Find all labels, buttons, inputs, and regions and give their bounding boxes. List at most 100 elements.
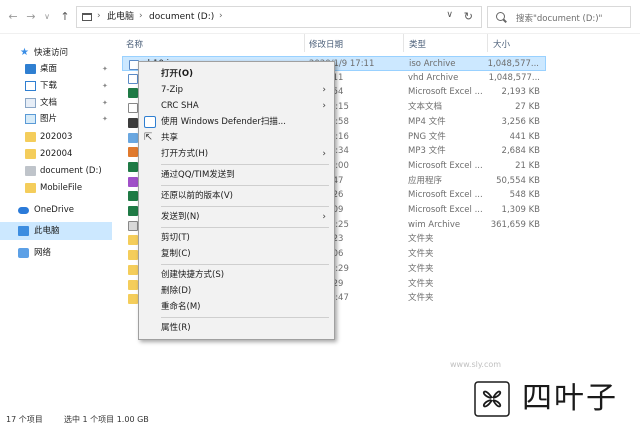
file-size: 3,256 KB [501, 116, 540, 127]
file-type: PNG 文件 [408, 131, 446, 142]
sidebar-item-desktop[interactable]: 桌面 ✦ [0, 60, 112, 78]
menu-item-label: 还原以前的版本(V) [161, 191, 233, 201]
menu-item-label: 7-Zip [161, 85, 184, 95]
sidebar-item-this-pc[interactable]: 此电脑 [0, 222, 112, 240]
sidebar-item-onedrive[interactable]: OneDrive [0, 201, 112, 219]
sidebar-item-label: OneDrive [34, 205, 74, 215]
sidebar-item-label: 网络 [34, 248, 52, 258]
context-menu-item[interactable]: 属性(R) [139, 320, 334, 336]
column-divider[interactable] [403, 34, 404, 52]
menu-separator [161, 227, 329, 228]
folder-icon [25, 149, 36, 159]
submenu-arrow-icon: › [322, 101, 326, 111]
file-type: 文本文档 [408, 102, 443, 113]
folder-icon [25, 132, 36, 142]
context-menu-item[interactable]: 打开方式(H) › [139, 146, 334, 162]
file-xls-icon [128, 88, 138, 99]
menu-separator [161, 264, 329, 265]
this-pc-icon [18, 226, 29, 236]
file-type: 文件夹 [408, 234, 434, 245]
column-divider[interactable] [487, 34, 488, 52]
menu-item-label: 创建快捷方式(S) [161, 270, 225, 280]
menu-separator [161, 164, 329, 165]
submenu-arrow-icon: › [322, 149, 326, 159]
column-header-size[interactable]: 大小 [493, 38, 510, 50]
menu-item-label: 剪切(T) [161, 233, 190, 243]
file-size: 548 KB [509, 190, 540, 201]
onedrive-icon [18, 207, 29, 214]
file-size: 21 KB [515, 160, 540, 171]
context-menu-item[interactable]: 删除(D) [139, 283, 334, 299]
file-type: 文件夹 [408, 293, 434, 304]
file-mp3-icon [128, 147, 138, 158]
recent-locations-chevron-icon[interactable]: ∨ [40, 10, 54, 24]
forward-arrow-icon[interactable]: → [24, 10, 38, 24]
file-type: Microsoft Excel ... [408, 160, 483, 171]
chevron-down-icon[interactable]: ∨ [446, 10, 453, 20]
breadcrumb-separator-icon[interactable]: › [139, 11, 143, 21]
file-type: MP4 文件 [408, 116, 446, 127]
file-type: wim Archive [408, 219, 461, 230]
menu-item-label: 重命名(M) [161, 302, 201, 312]
breadcrumb-this-pc[interactable]: 此电脑 [107, 11, 134, 23]
documents-icon [25, 98, 36, 108]
sidebar-item-label: 下载 [40, 81, 58, 91]
refresh-icon[interactable]: ↻ [464, 10, 473, 23]
context-menu-item[interactable]: 还原以前的版本(V) [139, 188, 334, 204]
sidebar-item-downloads[interactable]: 下载 ✦ [0, 77, 112, 95]
menu-item-label: 复制(C) [161, 249, 191, 259]
breadcrumb-separator-icon[interactable]: › [97, 11, 101, 21]
file-xls-icon [128, 191, 138, 202]
menu-item-label: 打开(O) [161, 69, 193, 79]
sidebar-item-document-drive[interactable]: document (D:) [0, 162, 112, 180]
breadcrumb-drive[interactable]: document (D:) [149, 11, 214, 23]
sidebar-item-mobilefile[interactable]: MobileFile [0, 179, 112, 197]
search-placeholder: 搜索"document (D:)" [516, 14, 603, 24]
context-menu-item[interactable]: 创建快捷方式(S) [139, 267, 334, 283]
context-menu-item[interactable]: 发送到(N) › [139, 209, 334, 225]
column-divider[interactable] [304, 34, 305, 52]
context-menu-item[interactable]: 剪切(T) [139, 230, 334, 246]
sidebar-item-pictures[interactable]: 图片 ✦ [0, 110, 112, 128]
file-size: 1,048,577... [488, 72, 540, 83]
context-menu-item[interactable]: ⇱ 共享 [139, 130, 334, 146]
menu-separator [161, 317, 329, 318]
file-type: 文件夹 [408, 249, 434, 260]
context-menu-item[interactable]: 重命名(M) [139, 299, 334, 315]
file-folder-icon [128, 250, 138, 261]
pin-icon: ✦ [102, 65, 108, 73]
sidebar-item-202003[interactable]: 202003 [0, 128, 112, 146]
menu-item-label: 发送到(N) [161, 212, 200, 222]
up-arrow-icon[interactable]: ↑ [58, 10, 72, 24]
address-field[interactable]: › 此电脑 › document (D:) › ∨ ↻ [76, 6, 482, 28]
file-size: 2,193 KB [501, 87, 540, 98]
pin-icon: ✦ [102, 115, 108, 123]
column-header-name[interactable]: 名称 [126, 38, 143, 50]
file-folder-icon [128, 264, 138, 275]
breadcrumb-separator-icon[interactable]: › [219, 11, 223, 21]
file-size: 2,684 KB [501, 146, 540, 157]
address-toolbar: ← → ∨ ↑ › 此电脑 › document (D:) › ∨ ↻ 搜索"d… [0, 0, 640, 34]
search-input[interactable]: 搜索"document (D:)" [487, 6, 631, 28]
sidebar-item-202004[interactable]: 202004 [0, 145, 112, 163]
navigation-pane: ★ 快速访问 桌面 ✦ 下载 ✦ 文档 ✦ 图片 ✦ 202003 202004… [0, 34, 114, 414]
sidebar-item-label: 此电脑 [34, 226, 60, 236]
context-menu-item[interactable]: 通过QQ/TIM发送到 [139, 167, 334, 183]
context-menu-item[interactable]: 7-Zip › [139, 82, 334, 98]
file-type: vhd Archive [408, 72, 459, 83]
context-menu-item[interactable]: 复制(C) [139, 246, 334, 262]
context-menu-item[interactable]: CRC SHA › [139, 98, 334, 114]
column-header-type[interactable]: 类型 [409, 38, 426, 50]
sidebar-item-network[interactable]: 网络 [0, 244, 112, 262]
column-header-date[interactable]: 修改日期 [309, 38, 343, 50]
file-mp4-icon [128, 117, 138, 128]
file-size: 361,659 KB [490, 219, 540, 230]
file-type: Microsoft Excel ... [408, 205, 483, 215]
back-arrow-icon[interactable]: ← [6, 10, 20, 24]
context-menu-item[interactable]: 使用 Windows Defender扫描... [139, 114, 334, 130]
menu-separator [161, 185, 329, 186]
context-menu-item[interactable]: 打开(O) [139, 66, 334, 82]
file-type: Microsoft Excel ... [408, 87, 483, 98]
pictures-icon [25, 114, 36, 124]
watermark-text: www.sly.com [450, 360, 502, 369]
